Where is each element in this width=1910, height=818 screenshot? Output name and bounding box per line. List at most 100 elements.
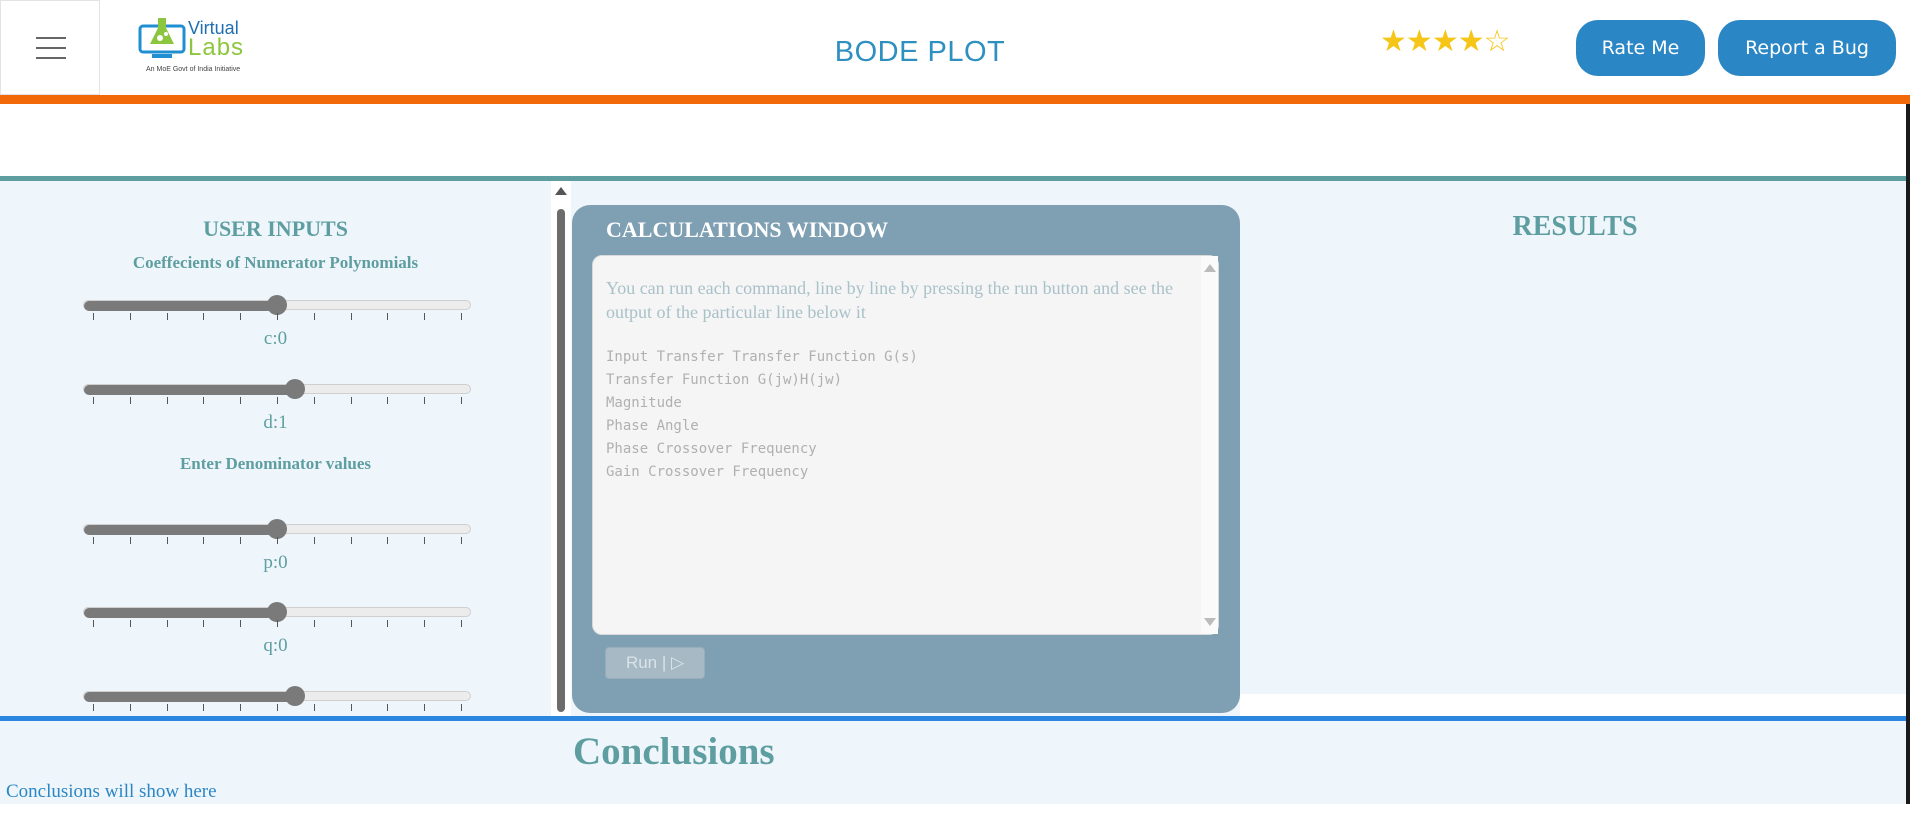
slider-value-label: q:0	[263, 635, 288, 656]
calculations-console[interactable]: You can run each command, line by line b…	[592, 255, 1219, 635]
slider-tick	[313, 620, 315, 627]
slider-tick	[387, 397, 389, 404]
slider-tick	[203, 313, 205, 320]
slider-tick	[313, 397, 315, 404]
calculations-intro: You can run each command, line by line b…	[606, 278, 1174, 322]
user-inputs-panel: USER INPUTS Coeffecients of Numerator Po…	[0, 181, 551, 716]
slider-tick	[350, 397, 352, 404]
command-line: Gain Crossover Frequency	[606, 464, 809, 480]
slider-tick	[203, 397, 205, 404]
star-rating[interactable]: ★★★★☆	[1380, 24, 1511, 59]
slider-r[interactable]	[83, 686, 471, 716]
page-title: BODE PLOT	[834, 36, 1006, 68]
slider-q[interactable]	[83, 602, 471, 637]
slider-ticks	[93, 397, 462, 405]
slider-tick	[240, 397, 242, 404]
slider-tick	[387, 313, 389, 320]
slider-tick	[203, 537, 205, 544]
slider-value-label: c:0	[263, 328, 288, 349]
results-panel: RESULTS	[1240, 181, 1910, 694]
scroll-down-arrow-icon[interactable]	[1204, 618, 1216, 626]
console-scrollbar[interactable]	[1201, 256, 1218, 634]
slider-c[interactable]	[83, 295, 471, 330]
slider-tick	[313, 537, 315, 544]
slider-thumb[interactable]	[267, 602, 287, 622]
star-filled-icon[interactable]: ★	[1432, 24, 1459, 59]
slider-tick	[129, 537, 131, 544]
slider-tick	[350, 537, 352, 544]
slider-value-label: p:0	[263, 552, 288, 573]
conclusions-text: Conclusions will show here	[6, 781, 217, 802]
conclusions-title: Conclusions	[573, 730, 775, 773]
slider-tick	[424, 537, 426, 544]
slider-tick	[93, 537, 94, 544]
slider-tick	[461, 537, 462, 544]
slider-fill	[84, 301, 278, 311]
rate-me-button[interactable]: Rate Me	[1576, 20, 1705, 76]
run-button[interactable]: Run | ▷	[605, 647, 705, 679]
slider-tick	[166, 313, 168, 320]
slider-tick	[240, 313, 242, 320]
report-bug-button[interactable]: Report a Bug	[1718, 20, 1896, 76]
slider-p[interactable]	[83, 519, 471, 554]
slider-track[interactable]	[83, 691, 471, 702]
window-edge	[1906, 104, 1910, 804]
slider-tick	[461, 397, 462, 404]
slider-tick	[277, 313, 278, 320]
star-filled-icon[interactable]: ★	[1458, 24, 1485, 59]
slider-tick	[203, 704, 205, 711]
star-filled-icon[interactable]: ★	[1380, 24, 1407, 59]
results-title: RESULTS	[1512, 211, 1638, 242]
header: Virtual Labs An MoE Govt of India Initia…	[0, 0, 1910, 95]
slider-tick	[129, 397, 131, 404]
slider-tick	[93, 397, 94, 404]
slider-ticks	[93, 704, 462, 712]
slider-tick	[424, 704, 426, 711]
slider-tick	[277, 537, 278, 544]
slider-tick	[277, 704, 278, 711]
slider-tick	[424, 620, 426, 627]
slider-track[interactable]	[83, 384, 471, 395]
slider-tick	[166, 620, 168, 627]
slider-tick	[350, 704, 352, 711]
command-line: Phase Angle	[606, 418, 699, 434]
slider-d[interactable]	[83, 379, 471, 414]
slider-tick	[129, 620, 131, 627]
slider-tick	[461, 704, 462, 711]
slider-fill	[84, 525, 278, 535]
slider-tick	[387, 620, 389, 627]
slider-tick	[350, 620, 352, 627]
scrollbar-thumb[interactable]	[557, 209, 565, 712]
scroll-up-arrow-icon[interactable]	[555, 187, 567, 195]
inputs-scrollbar[interactable]	[551, 181, 571, 716]
slider-value-label: d:1	[263, 412, 288, 433]
slider-thumb[interactable]	[285, 686, 305, 706]
slider-tick	[313, 313, 315, 320]
slider-tick	[166, 397, 168, 404]
command-line: Transfer Function G(jw)H(jw)	[606, 372, 843, 388]
slider-tick	[461, 620, 462, 627]
slider-tick	[240, 704, 242, 711]
results-footer-gap	[1240, 694, 1910, 716]
slider-fill	[84, 692, 296, 702]
slider-thumb[interactable]	[285, 379, 305, 399]
conclusions-section: Conclusions Conclusions will show here	[0, 721, 1910, 804]
slider-tick	[93, 313, 94, 320]
slider-tick	[424, 313, 426, 320]
calculations-title: CALCULATIONS WINDOW	[606, 217, 889, 242]
slider-tick	[129, 704, 131, 711]
slider-tick	[387, 537, 389, 544]
star-empty-icon[interactable]: ☆	[1484, 24, 1511, 59]
slider-ticks	[93, 313, 462, 321]
slider-thumb[interactable]	[267, 519, 287, 539]
slider-tick	[240, 620, 242, 627]
slider-tick	[166, 537, 168, 544]
numerator-section-title: Coeffecients of Numerator Polynomials	[132, 253, 419, 272]
slider-thumb[interactable]	[267, 295, 287, 315]
scroll-up-arrow-icon[interactable]	[1204, 264, 1216, 272]
slider-fill	[84, 608, 278, 618]
slider-ticks	[93, 537, 462, 545]
star-filled-icon[interactable]: ★	[1406, 24, 1433, 59]
denominator-section-title: Enter Denominator values	[179, 454, 372, 473]
slider-tick	[129, 313, 131, 320]
